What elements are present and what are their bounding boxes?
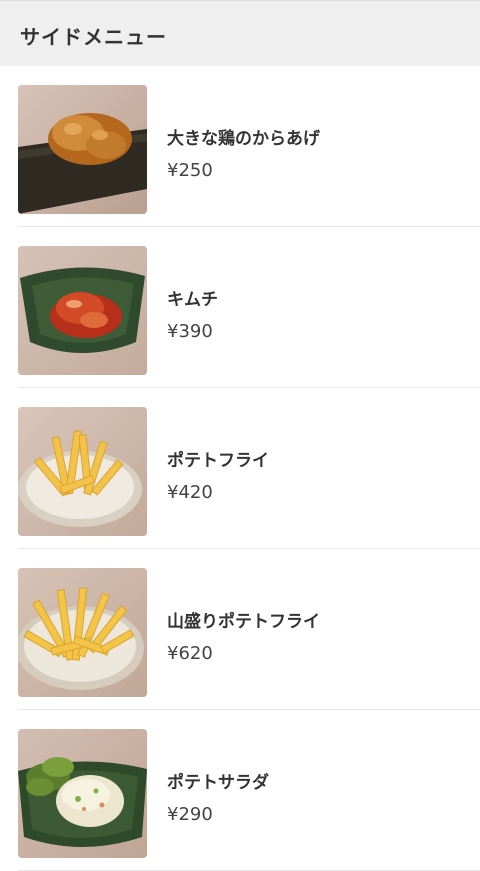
page-title: サイドメニュー (20, 25, 167, 49)
item-price: ¥420 (167, 482, 213, 503)
menu-list: 大きな鶏のからあげ ¥250 キムチ ¥390 ポテトフライ ¥420 山盛りポ… (0, 66, 480, 871)
karaage-photo (18, 85, 147, 214)
menu-item-large-fries[interactable]: 山盛りポテトフライ ¥620 (0, 549, 480, 710)
fries-photo (18, 407, 147, 536)
menu-item-potato-salad[interactable]: ポテトサラダ ¥290 (0, 710, 480, 871)
large-fries-photo (18, 568, 147, 697)
menu-item-karaage[interactable]: 大きな鶏のからあげ ¥250 (0, 66, 480, 227)
item-price: ¥620 (167, 643, 213, 664)
item-price: ¥290 (167, 804, 213, 825)
item-name: キムチ (167, 290, 218, 310)
item-name: ポテトフライ (167, 451, 269, 471)
potato-salad-photo (18, 729, 147, 858)
item-name: ポテトサラダ (167, 773, 269, 793)
item-name: 山盛りポテトフライ (167, 612, 320, 632)
menu-item-kimchi[interactable]: キムチ ¥390 (0, 227, 480, 388)
kimchi-photo (18, 246, 147, 375)
menu-item-fries[interactable]: ポテトフライ ¥420 (0, 388, 480, 549)
item-price: ¥390 (167, 321, 213, 342)
item-name: 大きな鶏のからあげ (167, 129, 320, 149)
item-price: ¥250 (167, 160, 213, 181)
page-header: サイドメニュー (0, 0, 480, 66)
